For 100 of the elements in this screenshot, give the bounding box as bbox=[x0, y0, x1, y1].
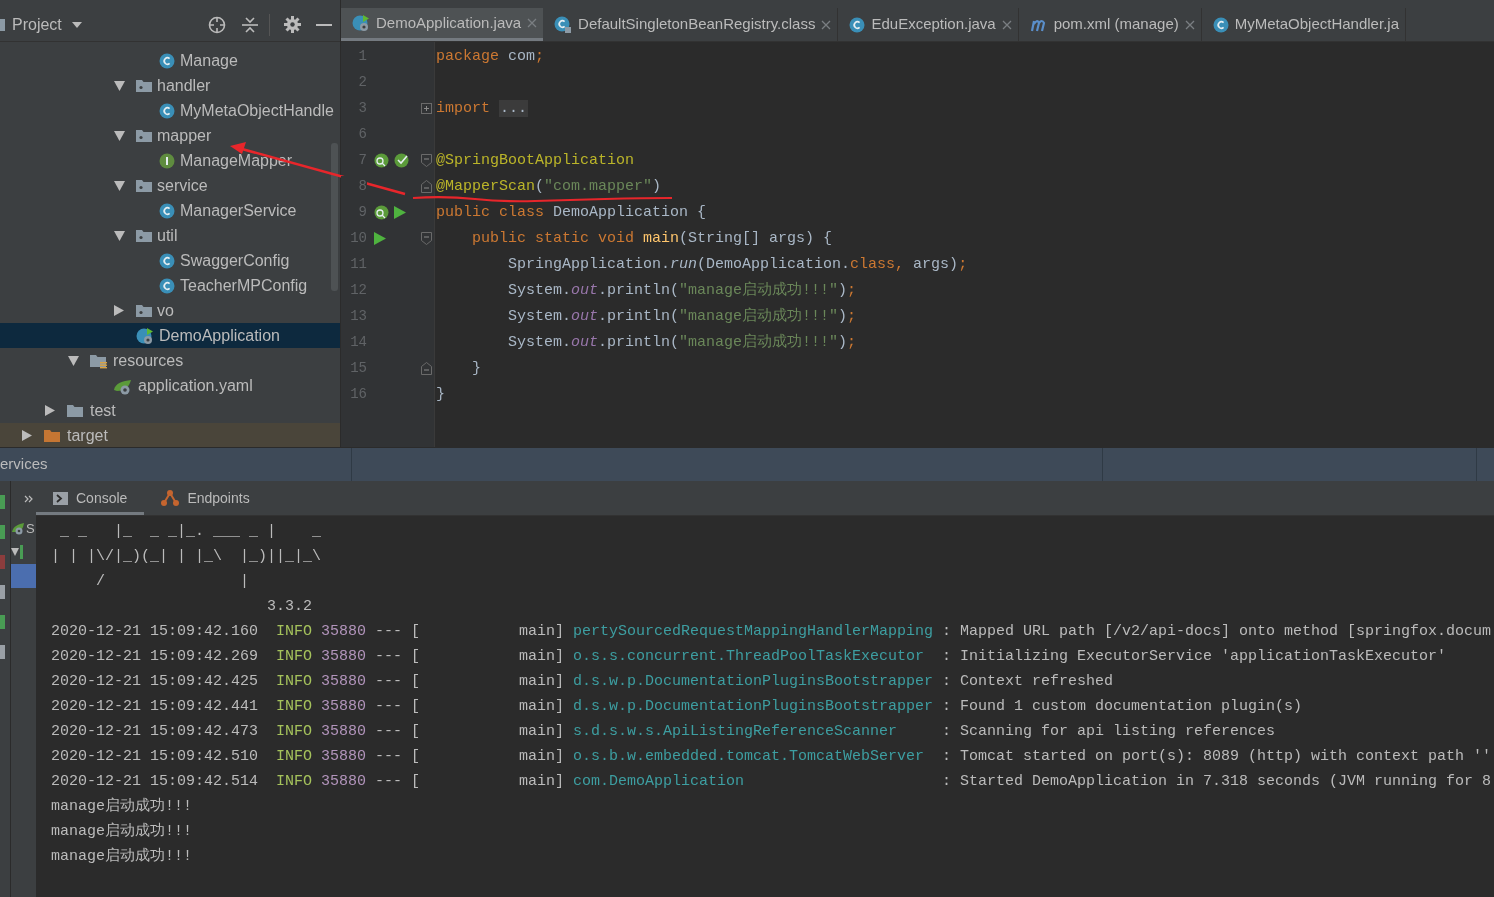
console-line: manage启动成功!!! bbox=[51, 796, 192, 818]
arches-icon bbox=[1029, 17, 1048, 32]
bean-check-icon[interactable] bbox=[394, 152, 409, 168]
tree-item[interactable]: util bbox=[0, 223, 340, 248]
item-label: target bbox=[67, 425, 108, 446]
log-timestamp: 2020-12-21 15:09:42.441 bbox=[51, 697, 260, 718]
code-line: } bbox=[436, 385, 445, 403]
service-name[interactable]: S bbox=[26, 521, 35, 535]
console-line: / | bbox=[95, 572, 250, 593]
log-thread: [ main] bbox=[411, 697, 566, 718]
log-logger: d.s.w.p.DocumentationPluginsBootstrapper bbox=[573, 697, 935, 718]
code-line: public static void main(String[] args) { bbox=[471, 229, 833, 247]
code-line: System.out.println("manage启动成功!!!"); bbox=[507, 333, 857, 351]
tree-item[interactable]: application.yaml bbox=[0, 373, 340, 398]
run-icon[interactable] bbox=[374, 231, 386, 245]
bean-icon[interactable] bbox=[374, 204, 389, 220]
item-label: TeacherMPConfig bbox=[180, 275, 308, 296]
item-label: application.yaml bbox=[138, 375, 253, 396]
expanded-arrow-icon[interactable] bbox=[11, 548, 19, 556]
code-line: SpringApplication.run(DemoApplication.class, args); bbox=[507, 255, 968, 273]
log-pid: 35880 bbox=[321, 672, 367, 693]
tree-item[interactable]: TeacherMPConfig bbox=[0, 273, 340, 298]
editor-tab[interactable]: DemoApplication.java bbox=[341, 8, 544, 41]
item-label: ManagerService bbox=[180, 200, 297, 221]
item-label: service bbox=[157, 175, 208, 196]
collapsed-arrow-icon[interactable] bbox=[114, 305, 124, 316]
log-message: : Mapped URL path [/v2/api-docs] onto method [springfox.docum bbox=[942, 622, 1492, 643]
log-thread: [ main] bbox=[411, 647, 566, 668]
tree-item[interactable]: target bbox=[0, 423, 340, 447]
log-level: INFO bbox=[276, 622, 313, 643]
log-level: INFO bbox=[276, 747, 313, 768]
code-line: } bbox=[471, 359, 481, 377]
fold-expand-icon[interactable] bbox=[420, 102, 432, 114]
item-label: mapper bbox=[157, 125, 212, 146]
expanded-arrow-icon[interactable] bbox=[114, 180, 125, 191]
code-line: System.out.println("manage启动成功!!!"); bbox=[507, 307, 857, 325]
status-bar-icon bbox=[20, 545, 23, 559]
item-label: DemoApplication bbox=[159, 325, 280, 346]
collapsed-arrow-icon[interactable] bbox=[22, 430, 32, 441]
tree-item[interactable]: Manage bbox=[0, 48, 340, 73]
resources-folder-icon bbox=[90, 352, 108, 369]
locate-icon[interactable] bbox=[208, 15, 226, 34]
console-line: | | |\/|_)(_| | |_\ |_)||_|_\ bbox=[51, 547, 322, 568]
log-message: : Initializing ExecutorService 'applicationTaskExecutor' bbox=[942, 647, 1447, 668]
tree-item[interactable]: ManageMapper bbox=[0, 148, 340, 173]
log-pid: 35880 bbox=[321, 647, 367, 668]
log-level: INFO bbox=[276, 772, 313, 793]
log-timestamp: 2020-12-21 15:09:42.473 bbox=[51, 722, 260, 743]
log-message: : Found 1 custom documentation plugin(s) bbox=[942, 697, 1303, 718]
expanded-arrow-icon[interactable] bbox=[68, 355, 79, 366]
log-pid: 35880 bbox=[321, 697, 367, 718]
code-line: package com; bbox=[436, 47, 545, 65]
tree-item[interactable]: DemoApplication bbox=[0, 323, 340, 348]
collapse-icon[interactable] bbox=[242, 16, 258, 33]
code-line: public class DemoApplication { bbox=[436, 203, 707, 221]
code-line: System.out.println("manage启动成功!!!"); bbox=[507, 281, 857, 299]
bean-icon[interactable] bbox=[374, 152, 389, 168]
class-icon bbox=[159, 252, 175, 269]
close-icon[interactable] bbox=[1184, 19, 1195, 30]
tree-item[interactable]: SwaggerConfig bbox=[0, 248, 340, 273]
log-level: INFO bbox=[276, 722, 313, 743]
collapsed-arrow-icon[interactable] bbox=[45, 405, 55, 416]
spring-class-icon bbox=[352, 14, 370, 32]
locked-class-icon bbox=[554, 15, 573, 34]
chevrons-icon[interactable] bbox=[24, 494, 33, 503]
run-icon[interactable] bbox=[394, 205, 406, 219]
services-tree-row[interactable]: S bbox=[11, 516, 36, 540]
log-message: : Scanning for api listing references bbox=[942, 722, 1276, 743]
log-pid: 35880 bbox=[321, 772, 367, 793]
close-icon[interactable] bbox=[821, 19, 832, 30]
log-thread: [ main] bbox=[411, 622, 566, 643]
item-label: vo bbox=[157, 300, 174, 321]
tree-item[interactable]: MyMetaObjectHandle bbox=[0, 98, 340, 123]
package-folder-icon bbox=[136, 127, 152, 144]
tree-item[interactable]: mapper bbox=[0, 123, 340, 148]
class-icon bbox=[159, 52, 175, 69]
close-icon[interactable] bbox=[1001, 19, 1012, 30]
expanded-arrow-icon[interactable] bbox=[114, 130, 125, 141]
tree-item[interactable]: handler bbox=[0, 73, 340, 98]
code-line: @SpringBootApplication bbox=[436, 151, 635, 169]
tree-item[interactable]: ManagerService bbox=[0, 198, 340, 223]
tree-item[interactable]: resources bbox=[0, 348, 340, 373]
tree-item[interactable]: service bbox=[0, 173, 340, 198]
log-message: : Started DemoApplication in 7.318 seconds (JVM running for 8 bbox=[942, 772, 1492, 793]
package-folder-icon bbox=[136, 77, 152, 94]
tree-item[interactable]: test bbox=[0, 398, 340, 423]
log-logger: s.d.s.w.s.ApiListingReferenceScanner bbox=[573, 722, 899, 743]
package-folder-icon bbox=[136, 302, 152, 319]
expanded-arrow-icon[interactable] bbox=[114, 230, 125, 241]
interface-icon bbox=[159, 152, 175, 169]
project-view-dropdown[interactable]: Project bbox=[12, 12, 82, 37]
settings-icon[interactable] bbox=[284, 16, 301, 33]
class-icon bbox=[849, 16, 866, 33]
tree-item[interactable]: vo bbox=[0, 298, 340, 323]
log-separator: --- bbox=[375, 697, 403, 718]
expanded-arrow-icon[interactable] bbox=[114, 80, 125, 91]
console-tab[interactable]: Endpoints bbox=[144, 481, 267, 515]
log-separator: --- bbox=[375, 647, 403, 668]
class-icon bbox=[159, 277, 175, 294]
scrollbar[interactable] bbox=[331, 143, 338, 291]
